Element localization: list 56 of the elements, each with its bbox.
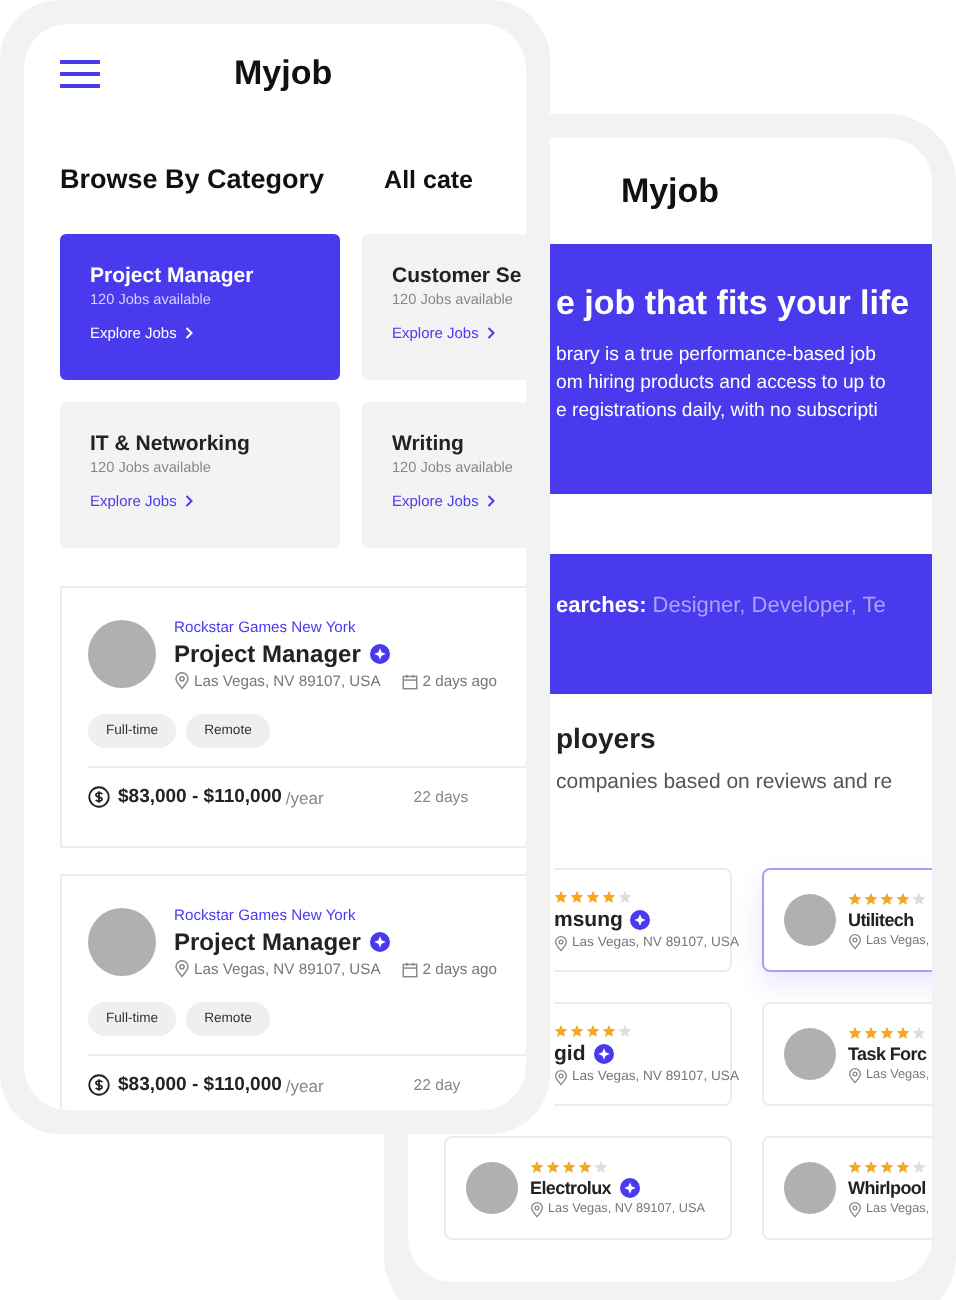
verified-badge-icon	[619, 1177, 640, 1197]
location-pin-icon	[848, 933, 862, 949]
avatar	[784, 1028, 836, 1080]
location-pin-icon	[554, 935, 568, 951]
avatar	[88, 908, 156, 976]
category-title: Writing	[392, 432, 464, 456]
searches-label: earches:	[556, 594, 647, 618]
category-title: IT & Networking	[90, 432, 250, 456]
avatar	[784, 1162, 836, 1214]
chevron-right-icon	[184, 326, 195, 340]
salary-period: /year	[285, 787, 324, 807]
section-title: ployers	[556, 722, 656, 754]
coin-icon	[88, 1074, 110, 1096]
calendar-icon	[402, 961, 419, 977]
chevron-right-icon	[486, 494, 497, 508]
category-title: Project Manager	[90, 264, 254, 288]
section-title: Browse By Category	[60, 164, 325, 194]
job-title: Project Manager	[174, 928, 361, 956]
app-logo: Myjob	[620, 171, 720, 211]
hero-title: e job that fits your life	[556, 284, 910, 324]
location-pin-icon	[554, 1069, 568, 1085]
company-name: Whirlpool	[848, 1177, 926, 1197]
hero-text-line: brary is a true performance-based job	[556, 342, 876, 370]
app-logo: Myjob	[234, 54, 333, 94]
chevron-right-icon	[184, 494, 195, 508]
verified-badge-icon	[370, 932, 391, 952]
location-pin-icon	[848, 1201, 862, 1217]
company-name: Task Forc	[848, 1043, 927, 1063]
searches-terms: Designer, Developer, Te	[652, 594, 886, 618]
avatar	[784, 894, 836, 946]
section-subtitle: companies based on reviews and re	[556, 770, 893, 794]
menu-icon[interactable]	[60, 60, 100, 88]
location-pin-icon	[174, 672, 190, 690]
company-name: gid	[554, 1041, 586, 1065]
verified-badge-icon	[630, 909, 651, 929]
location-pin-icon	[848, 1067, 862, 1083]
salary: $83,000 - $110,000	[118, 1074, 282, 1096]
calendar-icon	[402, 673, 419, 689]
hero-text-line: om hiring products and access to up to	[556, 370, 886, 398]
hero-text-line: e registrations daily, with no subscripti	[556, 398, 878, 426]
category-title: Customer Se	[392, 264, 522, 288]
avatar	[88, 620, 156, 688]
verified-badge-icon	[593, 1043, 614, 1063]
location-pin-icon	[530, 1201, 544, 1217]
company-name: Utilitech	[848, 909, 914, 929]
location-pin-icon	[174, 960, 190, 978]
verified-badge-icon	[370, 644, 391, 664]
job-title: Project Manager	[174, 640, 361, 668]
company-name: Electrolux	[530, 1177, 612, 1197]
chevron-right-icon	[486, 326, 497, 340]
company-name: msung	[554, 907, 623, 931]
avatar	[466, 1162, 518, 1214]
all-categories-link[interactable]: All cate	[384, 165, 474, 193]
salary: $83,000 - $110,000	[118, 786, 282, 808]
salary-period: /year	[285, 1075, 324, 1095]
coin-icon	[88, 786, 110, 808]
